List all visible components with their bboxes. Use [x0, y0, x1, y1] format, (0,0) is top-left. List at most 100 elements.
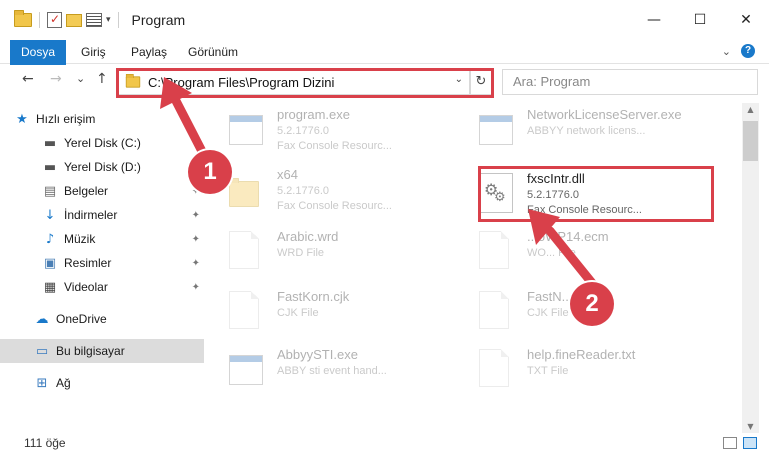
- sidebar-item-music[interactable]: ♪ Müzik ✦: [0, 227, 204, 251]
- file-version: 5.2.1776.0: [277, 185, 329, 197]
- exe-icon: [229, 109, 265, 153]
- exe-icon: [479, 109, 515, 153]
- file-icon: [479, 291, 515, 335]
- file-view: program.exe 5.2.1776.0 Fax Console Resou…: [205, 103, 741, 433]
- expand-ribbon-icon[interactable]: ⌄: [722, 45, 731, 58]
- file-name: ...oWP14.ecm: [527, 229, 609, 244]
- details-view-icon[interactable]: [723, 437, 737, 449]
- file-name: NetworkLicenseServer.exe: [527, 107, 682, 122]
- folder-icon: [229, 169, 265, 213]
- file-version: 5.2.1776.0: [277, 125, 329, 137]
- pin-icon[interactable]: ✦: [192, 234, 200, 245]
- tab-home[interactable]: Giriş: [81, 40, 106, 64]
- customize-icon[interactable]: [86, 13, 102, 27]
- file-type: WO... File: [527, 247, 576, 259]
- computer-icon: ▭: [35, 343, 49, 359]
- file-name: help.fineReader.txt: [527, 347, 636, 362]
- refresh-button[interactable]: ↻: [470, 69, 492, 95]
- file-name: AbbyySTI.exe: [277, 347, 358, 362]
- sidebar-item-label: İndirmeler: [64, 208, 118, 222]
- sidebar-item-videos[interactable]: ▦ Videolar ✦: [0, 275, 204, 299]
- back-button[interactable]: ←: [22, 71, 34, 87]
- file-name: Arabic.wrd: [277, 229, 339, 244]
- tab-view[interactable]: Görünüm: [188, 40, 238, 64]
- file-icon: [479, 231, 515, 275]
- download-icon: ↓: [44, 207, 56, 223]
- divider: [39, 12, 40, 28]
- file-tile[interactable]: program.exe 5.2.1776.0 Fax Console Resou…: [205, 103, 455, 159]
- maximize-button[interactable]: ☐: [677, 0, 723, 40]
- videos-icon: ▦: [43, 279, 57, 295]
- properties-icon[interactable]: [47, 12, 62, 28]
- file-type: WRD File: [277, 247, 325, 259]
- file-tile[interactable]: Arabic.wrd WRD File: [205, 225, 455, 281]
- scrollbar-thumb[interactable]: [743, 121, 758, 161]
- sidebar-item-label: OneDrive: [56, 312, 107, 326]
- search-input[interactable]: Ara: Program: [502, 69, 758, 95]
- sidebar-item-label: Yerel Disk (C:): [64, 136, 141, 150]
- file-tile[interactable]: help.fineReader.txt TXT File: [455, 343, 705, 399]
- window-bottom-edge: [0, 455, 769, 468]
- file-icon: [479, 349, 515, 393]
- sidebar-item-quick-access[interactable]: ★ Hızlı erişim: [0, 107, 204, 131]
- sidebar-item-this-pc[interactable]: ▭ Bu bilgisayar: [0, 339, 204, 363]
- chevron-down-icon[interactable]: ⌄: [455, 74, 463, 85]
- exe-icon: [229, 349, 265, 393]
- vertical-scrollbar[interactable]: ▲ ▼: [742, 103, 759, 433]
- folder-icon: [125, 74, 141, 88]
- sidebar-item-pictures[interactable]: ▣ Resimler ✦: [0, 251, 204, 275]
- network-icon: ⊞: [36, 375, 48, 391]
- file-icon: [229, 291, 265, 335]
- sidebar-item-drive-c[interactable]: ▬ Yerel Disk (C:): [0, 131, 204, 155]
- scroll-down-icon[interactable]: ▼: [742, 422, 759, 431]
- address-path[interactable]: C:\Program Files\Program Dizini: [148, 75, 334, 90]
- file-type: TXT File: [527, 365, 569, 377]
- sidebar-item-label: Ağ: [56, 376, 71, 390]
- sidebar-item-documents[interactable]: ▤ Belgeler ✦: [0, 179, 204, 203]
- address-bar[interactable]: C:\Program Files\Program Dizini ⌄: [116, 69, 470, 95]
- scroll-up-icon[interactable]: ▲: [742, 105, 759, 114]
- callout-badge-1: 1: [188, 150, 232, 194]
- tiles-view-icon[interactable]: [743, 437, 757, 449]
- file-tile[interactable]: x64 5.2.1776.0 Fax Console Resourc...: [205, 163, 455, 219]
- pin-icon[interactable]: ✦: [192, 210, 200, 221]
- file-type: CJK File: [277, 307, 319, 319]
- tab-share[interactable]: Paylaş: [131, 40, 167, 64]
- file-description: ABBYY network licens...: [527, 125, 646, 137]
- sidebar-item-onedrive[interactable]: ☁ OneDrive: [0, 307, 204, 331]
- recent-locations-button[interactable]: ⌄: [76, 72, 85, 85]
- callout-badge-2: 2: [570, 282, 614, 326]
- file-description: Fax Console Resourc...: [277, 200, 392, 212]
- sidebar-item-drive-d[interactable]: ▬ Yerel Disk (D:): [0, 155, 204, 179]
- file-tile[interactable]: FastKorn.cjk CJK File: [205, 285, 455, 341]
- file-tile[interactable]: NetworkLicenseServer.exe ABBYY network l…: [455, 103, 705, 159]
- chevron-down-icon[interactable]: ▾: [106, 15, 111, 25]
- ribbon: Dosya Giriş Paylaş Görünüm ⌄ ?: [0, 40, 769, 96]
- documents-icon: ▤: [43, 183, 57, 199]
- file-tile[interactable]: AbbyySTI.exe ABBY sti event hand...: [205, 343, 455, 399]
- up-button[interactable]: ↑: [96, 71, 108, 87]
- file-icon: [229, 231, 265, 275]
- sidebar-item-label: Bu bilgisayar: [56, 344, 125, 358]
- file-tile[interactable]: ...oWP14.ecm WO... File: [455, 225, 705, 281]
- drive-icon: ▬: [43, 135, 57, 151]
- sidebar-item-label: Resimler: [64, 256, 112, 270]
- pin-icon[interactable]: ✦: [192, 258, 200, 269]
- minimize-button[interactable]: —: [631, 0, 677, 40]
- sidebar-item-label: Hızlı erişim: [36, 112, 96, 126]
- sidebar-item-label: Müzik: [64, 232, 96, 246]
- pin-icon[interactable]: ✦: [192, 282, 200, 293]
- sidebar-item-network[interactable]: ⊞ Ağ: [0, 371, 204, 395]
- new-folder-icon[interactable]: [66, 13, 82, 27]
- sidebar-item-label: Yerel Disk (D:): [64, 160, 141, 174]
- sidebar-item-downloads[interactable]: ↓ İndirmeler ✦: [0, 203, 204, 227]
- file-type: CJK File: [527, 307, 569, 319]
- navigation-bar: ← → ⌄ ↑ C:\Program Files\Program Dizini …: [0, 65, 769, 101]
- item-count: 111 öğe: [24, 436, 66, 450]
- file-highlight-box: [478, 166, 714, 222]
- help-icon[interactable]: ?: [741, 44, 755, 58]
- close-button[interactable]: ✕: [723, 0, 769, 40]
- forward-button[interactable]: →: [50, 71, 62, 87]
- cloud-icon: ☁: [35, 311, 49, 327]
- star-icon: ★: [16, 111, 28, 127]
